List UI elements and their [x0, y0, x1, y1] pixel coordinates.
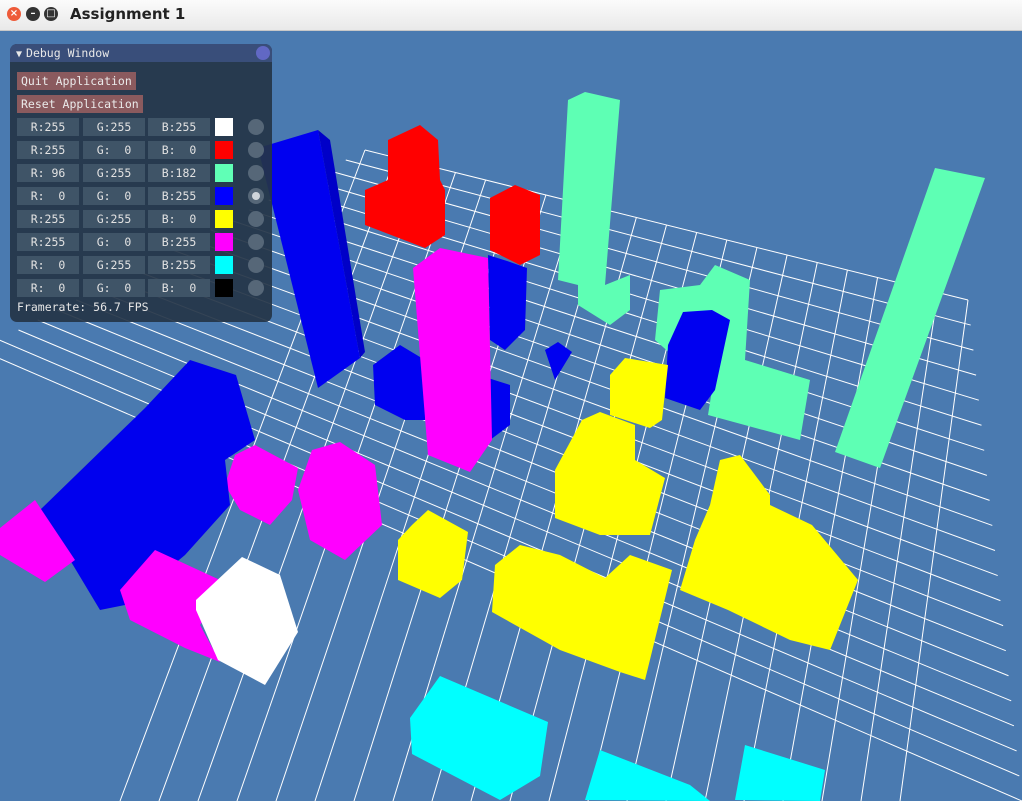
- color-row: R:255 G:255 B:255: [17, 118, 267, 136]
- blue-field[interactable]: B:255: [148, 118, 210, 136]
- red-field[interactable]: R: 96: [17, 164, 79, 182]
- red-field[interactable]: R: 0: [17, 256, 79, 274]
- red-field[interactable]: R:255: [17, 210, 79, 228]
- color-radio-button[interactable]: [248, 119, 264, 135]
- blue-field[interactable]: B: 0: [148, 279, 210, 297]
- blue-field[interactable]: B:255: [148, 187, 210, 205]
- color-radio-button[interactable]: [248, 165, 264, 181]
- color-swatch[interactable]: [215, 233, 233, 251]
- debug-window-title: Debug Window: [26, 46, 110, 60]
- color-swatch[interactable]: [215, 279, 233, 297]
- color-radio-button[interactable]: [248, 257, 264, 273]
- red-field[interactable]: R: 0: [17, 187, 79, 205]
- block-magenta-mid: [225, 442, 382, 560]
- green-field[interactable]: G:255: [83, 164, 145, 182]
- blue-field[interactable]: B:255: [148, 233, 210, 251]
- green-field[interactable]: G:255: [83, 256, 145, 274]
- blue-field[interactable]: B:255: [148, 256, 210, 274]
- color-radio-button[interactable]: [248, 188, 264, 204]
- blue-field[interactable]: B: 0: [148, 141, 210, 159]
- window-title: Assignment 1: [70, 5, 186, 23]
- color-swatch[interactable]: [215, 141, 233, 159]
- blue-field[interactable]: B:182: [148, 164, 210, 182]
- debug-window-title-bar[interactable]: ▼ Debug Window: [10, 44, 272, 62]
- color-row: R: 96 G:255 B:182: [17, 164, 267, 182]
- color-row: R: 0 G: 0 B: 0: [17, 279, 267, 297]
- green-field[interactable]: G: 0: [83, 279, 145, 297]
- color-row: R:255 G: 0 B:255: [17, 233, 267, 251]
- color-radio-button[interactable]: [248, 142, 264, 158]
- framerate-text: Framerate: 56.7 FPS: [17, 300, 149, 314]
- color-swatch[interactable]: [215, 187, 233, 205]
- green-field[interactable]: G: 0: [83, 233, 145, 251]
- close-circle-icon[interactable]: [256, 46, 270, 60]
- color-swatch[interactable]: [215, 118, 233, 136]
- quit-application-button[interactable]: Quit Application: [17, 72, 136, 90]
- block-magenta-tall-column: [413, 248, 492, 472]
- green-field[interactable]: G:255: [83, 118, 145, 136]
- green-field[interactable]: G:255: [83, 210, 145, 228]
- color-swatch[interactable]: [215, 164, 233, 182]
- close-window-icon[interactable]: ×: [7, 7, 21, 21]
- block-blue-tall-column: [258, 130, 365, 388]
- color-row: R: 0 G:255 B:255: [17, 256, 267, 274]
- red-field[interactable]: R:255: [17, 118, 79, 136]
- color-row: R:255 G:255 B: 0: [17, 210, 267, 228]
- color-swatch[interactable]: [215, 256, 233, 274]
- color-radio-button[interactable]: [248, 234, 264, 250]
- green-field[interactable]: G: 0: [83, 141, 145, 159]
- minimize-window-icon[interactable]: –: [26, 7, 40, 21]
- block-red-small: [490, 185, 540, 265]
- green-field[interactable]: G: 0: [83, 187, 145, 205]
- color-row: R:255 G: 0 B: 0: [17, 141, 267, 159]
- red-field[interactable]: R:255: [17, 141, 79, 159]
- red-field[interactable]: R:255: [17, 233, 79, 251]
- block-mint-tall-left: [558, 92, 630, 325]
- maximize-window-icon[interactable]: □: [44, 7, 58, 21]
- collapse-triangle-icon[interactable]: ▼: [16, 49, 22, 60]
- color-radio-button[interactable]: [248, 280, 264, 296]
- debug-window[interactable]: ▼ Debug Window Quit Application Reset App…: [10, 44, 272, 322]
- blue-field[interactable]: B: 0: [148, 210, 210, 228]
- reset-application-button[interactable]: Reset Application: [17, 95, 143, 113]
- color-swatch[interactable]: [215, 210, 233, 228]
- red-field[interactable]: R: 0: [17, 279, 79, 297]
- color-row: R: 0 G: 0 B:255: [17, 187, 267, 205]
- title-bar[interactable]: × – □ Assignment 1: [0, 0, 1022, 31]
- block-red-l: [365, 125, 445, 248]
- color-radio-button[interactable]: [248, 211, 264, 227]
- block-cyan-front: [410, 676, 825, 801]
